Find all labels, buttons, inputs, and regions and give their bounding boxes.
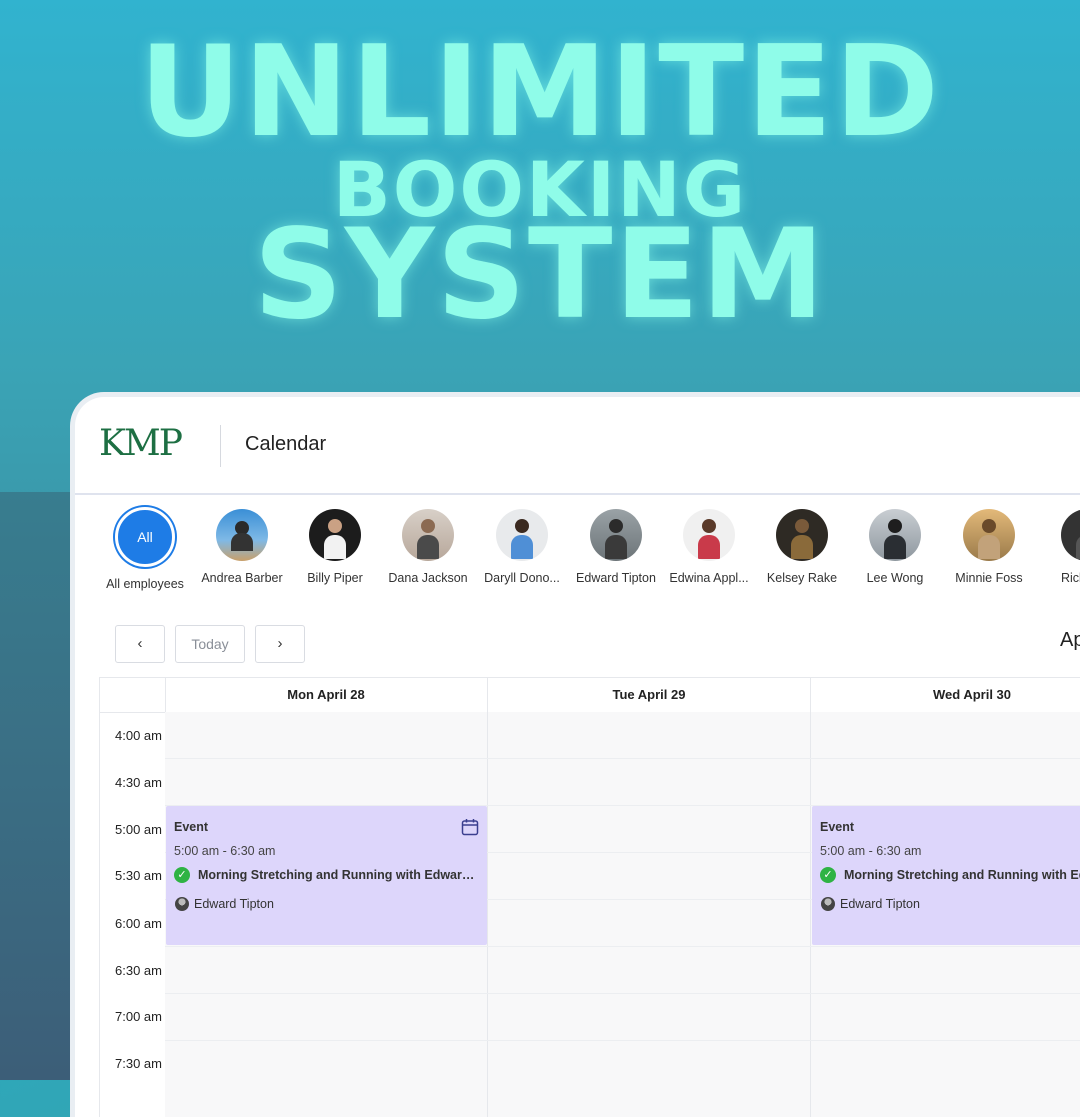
- employee-avatar-icon: [821, 897, 835, 911]
- calendar-app-window: KMP Calendar All All employees Andrea Ba…: [70, 392, 1080, 1117]
- avatar: [496, 509, 548, 561]
- slot-divider: [165, 758, 1080, 759]
- calendar-icon[interactable]: [461, 818, 479, 836]
- avatar: [683, 509, 735, 561]
- time-header-corner: [100, 678, 166, 713]
- event-time: 5:00 am - 6:30 am: [174, 844, 276, 858]
- time-label: 7:30 am: [115, 1056, 162, 1071]
- background-band: [0, 492, 70, 1080]
- employee-name: Andrea Barber: [201, 571, 283, 585]
- event-time: 5:00 am - 6:30 am: [820, 844, 922, 858]
- avatar: [309, 509, 361, 561]
- event-card[interactable]: Event 5:00 am - 6:30 am ✓ Morning Stretc…: [166, 806, 487, 945]
- employee-avatar-icon: [175, 897, 189, 911]
- employee-filter-dana-jackson[interactable]: Dana Jackson: [383, 509, 473, 585]
- employee-name: Daryll Dono...: [484, 571, 560, 585]
- employee-filter-minnie-foss[interactable]: Minnie Foss: [944, 509, 1034, 585]
- employee-name: Minnie Foss: [955, 571, 1023, 585]
- employee-filter-row: All All employees Andrea Barber Billy Pi…: [75, 507, 1080, 599]
- time-label: 5:00 am: [115, 822, 162, 837]
- time-label: 4:30 am: [115, 775, 162, 790]
- avatar: [1061, 509, 1080, 561]
- today-button[interactable]: Today: [175, 625, 245, 663]
- day-header: Tue April 29: [488, 678, 811, 713]
- slot-divider: [165, 946, 1080, 947]
- employee-filter-lee-wong[interactable]: Lee Wong: [850, 509, 940, 585]
- avatar: [776, 509, 828, 561]
- event-title: Morning Stretching and Running with Ed: [844, 868, 1080, 882]
- event-title: Morning Stretching and Running with Edwa…: [198, 868, 478, 882]
- time-label: 5:30 am: [115, 868, 162, 883]
- avatar: [402, 509, 454, 561]
- employee-name: Dana Jackson: [388, 571, 468, 585]
- slot-divider: [165, 993, 1080, 994]
- check-circle-icon: ✓: [174, 867, 190, 883]
- event-type: Event: [174, 820, 209, 834]
- employee-name: Ricky F: [1061, 571, 1080, 585]
- event-employee: Edward Tipton: [840, 897, 920, 911]
- page-title: Calendar: [245, 433, 327, 455]
- headline-line-3: SYSTEM: [253, 203, 827, 347]
- employee-name: Kelsey Rake: [766, 571, 838, 585]
- time-label: 6:00 am: [115, 916, 162, 931]
- employee-filter-all[interactable]: All All employees: [100, 507, 190, 591]
- employee-filter-daryll[interactable]: Daryll Dono...: [477, 509, 567, 585]
- avatar: [590, 509, 642, 561]
- day-column-tue[interactable]: [488, 712, 811, 1117]
- employee-name: Billy Piper: [307, 571, 363, 585]
- check-circle-icon: ✓: [820, 867, 836, 883]
- employee-name: All employees: [106, 577, 184, 591]
- week-calendar-grid: Mon April 28 Tue April 29 Wed April 30 4…: [99, 677, 1080, 1117]
- time-label: 7:00 am: [115, 1009, 162, 1024]
- avatar: [869, 509, 921, 561]
- employee-filter-billy-piper[interactable]: Billy Piper: [290, 509, 380, 585]
- employee-filter-edward-tipton[interactable]: Edward Tipton: [571, 509, 661, 585]
- employee-filter-andrea-barber[interactable]: Andrea Barber: [197, 509, 287, 585]
- day-header: Wed April 30: [811, 678, 1080, 713]
- employee-name: Lee Wong: [866, 571, 924, 585]
- employee-filter-kelsey-rake[interactable]: Kelsey Rake: [757, 509, 847, 585]
- headline-line-1: UNLIMITED: [139, 18, 941, 165]
- time-label: 4:00 am: [115, 728, 162, 743]
- next-week-button[interactable]: ›: [255, 625, 305, 663]
- day-header: Mon April 28: [165, 678, 488, 713]
- avatar: [963, 509, 1015, 561]
- header-divider: [220, 425, 221, 467]
- event-card[interactable]: Event 5:00 am - 6:30 am ✓ Morning Stretc…: [812, 806, 1080, 945]
- employee-name: Edwina Appl...: [669, 571, 749, 585]
- prev-week-button[interactable]: ‹: [115, 625, 165, 663]
- kmp-logo[interactable]: KMP: [99, 423, 183, 464]
- employee-filter-edwina[interactable]: Edwina Appl...: [664, 509, 754, 585]
- slot-divider: [165, 1040, 1080, 1041]
- app-header: KMP Calendar: [75, 397, 1080, 495]
- employee-name: Edward Tipton: [576, 571, 656, 585]
- time-label: 6:30 am: [115, 963, 162, 978]
- avatar: [216, 509, 268, 561]
- event-type: Event: [820, 820, 855, 834]
- event-employee: Edward Tipton: [194, 897, 274, 911]
- avatar-all: All: [115, 507, 175, 567]
- month-label: Ap: [1060, 629, 1080, 651]
- employee-filter-ricky[interactable]: Ricky F: [1037, 509, 1080, 585]
